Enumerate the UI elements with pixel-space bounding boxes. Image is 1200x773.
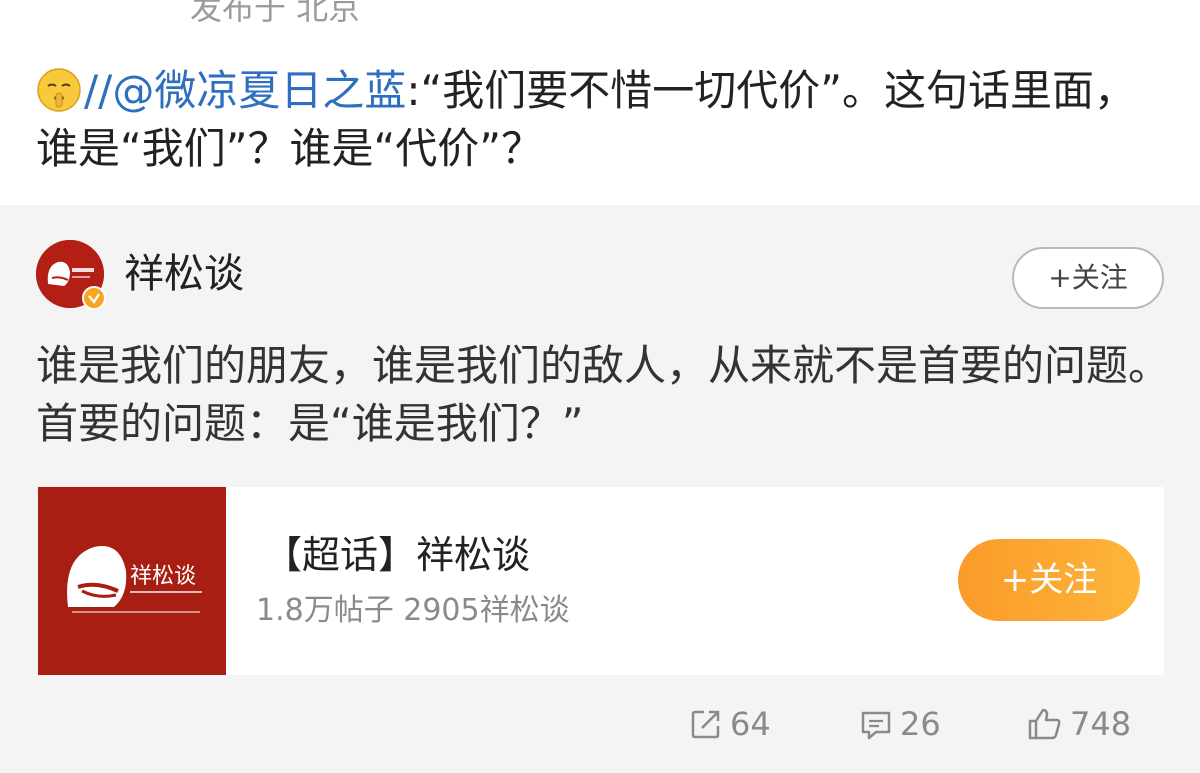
location-line: 发布于 北京 [190, 0, 361, 27]
comment-icon [861, 711, 891, 740]
shush-face-emoji-icon [37, 68, 81, 112]
repost-text: //@微凉夏日之蓝:“我们要不惜一切代价”。这句话里面，谁是“我们”？谁是“代价… [36, 62, 1166, 178]
original-post-text: 谁是我们的朋友，谁是我们的敌人，从来就不是首要的问题。首要的问题：是“谁是我们？… [36, 341, 1171, 448]
user-mention-link[interactable]: @微凉夏日之蓝 [112, 66, 406, 115]
super-topic-card[interactable]: 祥松谈 【超话】祥松谈 1.8万帖子 2905祥松谈 +关注 [38, 487, 1164, 675]
like-button[interactable]: 748 [1026, 700, 1131, 748]
topic-logo-image: 祥松谈 [38, 487, 226, 675]
comment-count: 26 [900, 705, 941, 743]
topic-logo-text: 祥松谈 [130, 564, 196, 589]
comment-button[interactable]: 26 [858, 700, 941, 748]
repost-separator: // [84, 66, 113, 115]
topic-follow-button[interactable]: +关注 [958, 539, 1140, 621]
repost-button[interactable]: 64 [688, 700, 771, 748]
follow-button[interactable]: +关注 [1012, 247, 1164, 309]
topic-logo-icon: 祥松谈 [38, 487, 226, 675]
repost-count: 64 [730, 705, 771, 743]
repost-section: 发布于 北京 //@微凉夏日之蓝:“我们要不惜一切代价”。这句话里面，谁是“我们… [0, 0, 1200, 205]
avatar[interactable] [36, 240, 106, 310]
like-count: 748 [1070, 705, 1132, 743]
verified-badge-icon [82, 286, 106, 310]
topic-stats: 1.8万帖子 2905祥松谈 [256, 593, 570, 628]
action-bar: 64 26 748 [0, 700, 1200, 748]
author-name[interactable]: 祥松谈 [124, 249, 244, 299]
original-post-card[interactable]: 祥松谈 +关注 谁是我们的朋友，谁是我们的敌人，从来就不是首要的问题。首要的问题… [0, 205, 1200, 773]
thumbs-up-icon [1028, 708, 1061, 740]
repost-icon [691, 710, 720, 739]
topic-title[interactable]: 【超话】祥松谈 [264, 531, 530, 579]
